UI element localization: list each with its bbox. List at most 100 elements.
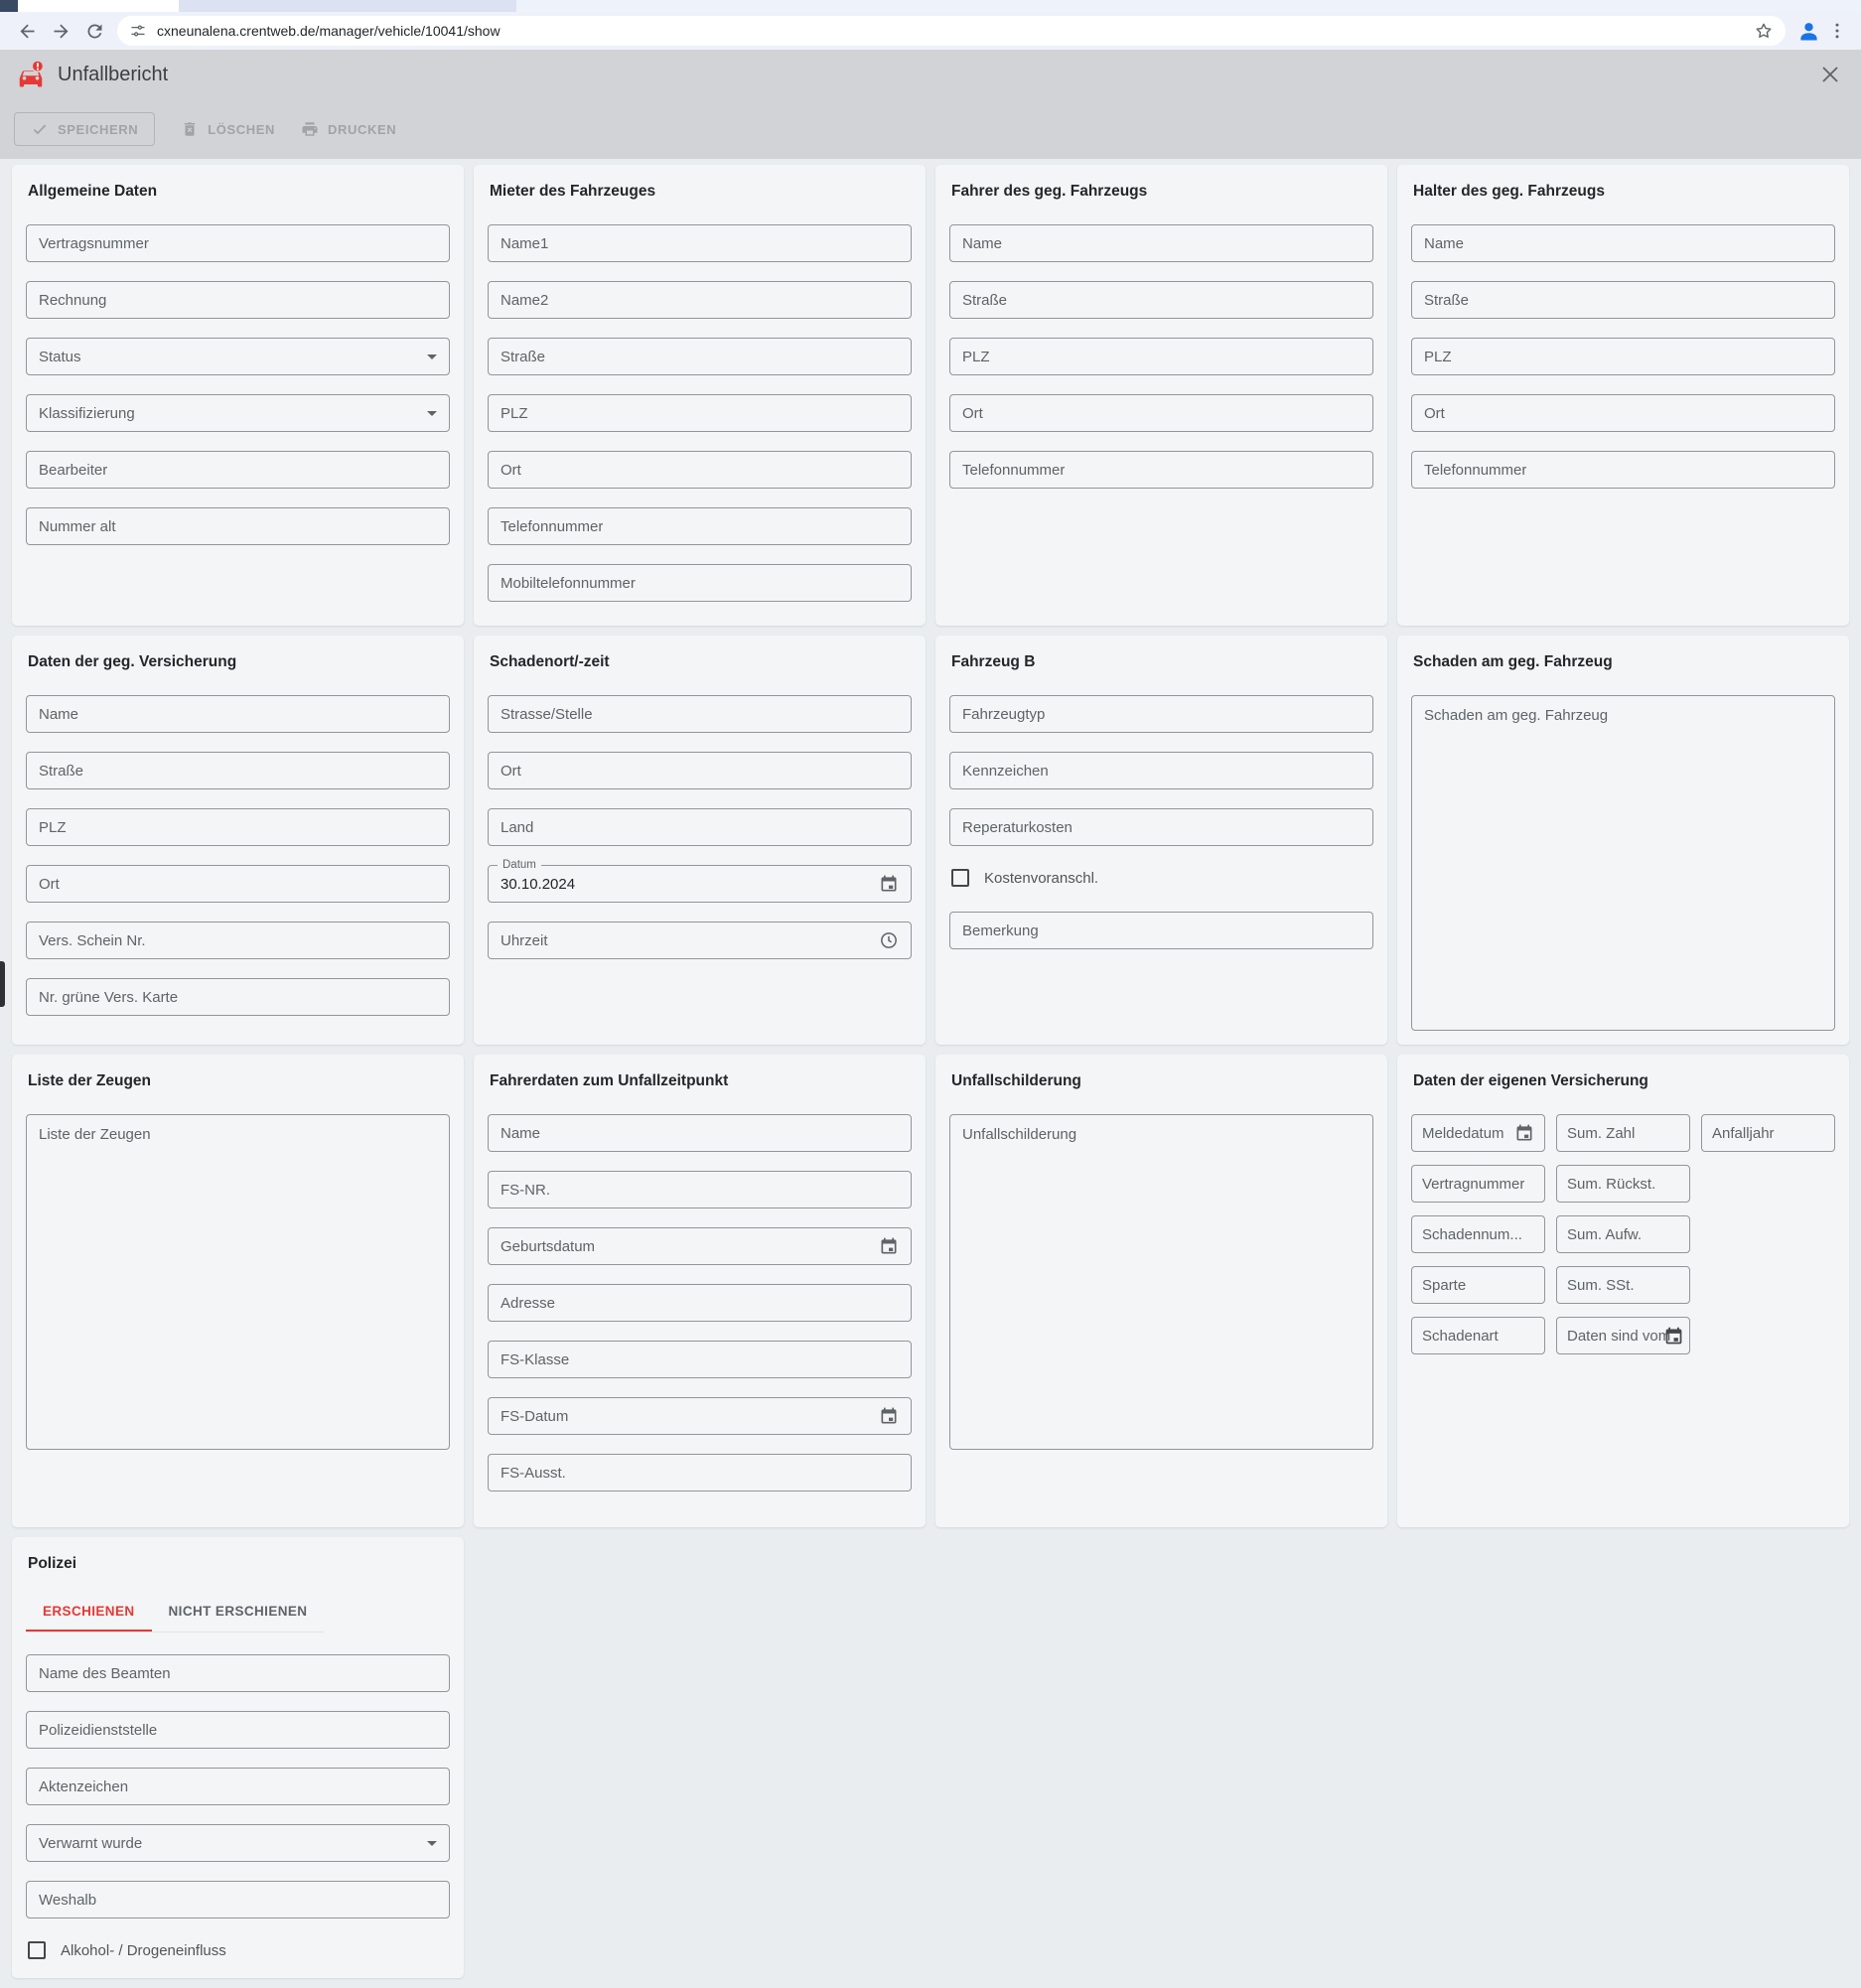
input-adresse[interactable]: Adresse [488,1284,912,1322]
reload-icon [84,21,105,42]
checkbox-kostenvoranschl[interactable]: Kostenvoranschl. [951,865,1373,891]
calendar-icon[interactable] [871,1236,899,1256]
input-telefonnummer[interactable]: Telefonnummer [1411,451,1835,489]
delete-button[interactable]: LÖSCHEN [181,120,275,138]
input-vertragsnummer[interactable]: Vertragsnummer [26,224,450,262]
input-name[interactable]: Name [949,224,1373,262]
input-anfalljahr[interactable]: Anfalljahr [1701,1114,1835,1152]
bookmark-star-icon[interactable] [1754,21,1774,41]
input-reperaturkosten[interactable]: Reperaturkosten [949,808,1373,846]
calendar-icon[interactable] [871,1406,899,1426]
input-strasse[interactable]: Straße [1411,281,1835,319]
input-rechnung[interactable]: Rechnung [26,281,450,319]
card-schadenort-zeit: Schadenort/-zeit Strasse/Stelle Ort Land… [474,636,926,1045]
checkbox-icon[interactable] [951,869,969,887]
checkbox-alkohol-drogeneinfluss[interactable]: Alkohol- / Drogeneinfluss [28,1937,450,1963]
input-gruene-vers-karte[interactable]: Nr. grüne Vers. Karte [26,978,450,1016]
input-name-des-beamten[interactable]: Name des Beamten [26,1654,450,1692]
window-corner [0,0,18,12]
input-schadenart[interactable]: Schadenart [1411,1317,1545,1354]
input-ort[interactable]: Ort [488,451,912,489]
input-ort[interactable]: Ort [26,865,450,903]
input-uhrzeit[interactable]: Uhrzeit [488,922,912,959]
chevron-down-icon [427,1841,437,1846]
select-klassifizierung[interactable]: Klassifizierung [26,394,450,432]
input-polizeidienststelle[interactable]: Polizeidienststelle [26,1711,450,1749]
checkbox-icon[interactable] [28,1941,46,1959]
check-icon [31,120,49,138]
textarea-schaden-geg-fahrzeug[interactable]: Schaden am geg. Fahrzeug [1411,695,1835,1031]
input-name1[interactable]: Name1 [488,224,912,262]
input-telefonnummer[interactable]: Telefonnummer [488,507,912,545]
calendar-icon[interactable] [1663,1326,1684,1350]
card-versicherung-geg: Daten der geg. Versicherung Name Straße … [12,636,464,1045]
input-fs-ausst[interactable]: FS-Ausst. [488,1454,912,1491]
input-kennzeichen[interactable]: Kennzeichen [949,752,1373,789]
input-strasse[interactable]: Straße [26,752,450,789]
input-strasse[interactable]: Straße [949,281,1373,319]
input-fs-klasse[interactable]: FS-Klasse [488,1341,912,1378]
card-eigene-versicherung: Daten der eigenen Versicherung Meldedatu… [1397,1055,1849,1527]
card-fahrerdaten: Fahrerdaten zum Unfallzeitpunkt Name FS-… [474,1055,926,1527]
input-plz[interactable]: PLZ [949,338,1373,375]
input-geburtsdatum[interactable]: Geburtsdatum [488,1227,912,1265]
clock-icon[interactable] [871,930,899,950]
input-fahrzeugtyp[interactable]: Fahrzeugtyp [949,695,1373,733]
close-button[interactable] [1815,60,1845,89]
input-schadennummer[interactable]: Schadennum... [1411,1215,1545,1253]
page-title: Unfallbericht [58,64,168,86]
input-plz[interactable]: PLZ [26,808,450,846]
input-sparte[interactable]: Sparte [1411,1266,1545,1304]
input-meldedatum[interactable]: Meldedatum [1411,1114,1545,1152]
address-bar[interactable]: cxneunalena.crentweb.de/manager/vehicle/… [117,16,1786,46]
save-button[interactable]: SPEICHERN [14,112,155,146]
reload-button[interactable] [77,14,111,48]
input-strasse[interactable]: Straße [488,338,912,375]
input-vertragnummer[interactable]: Vertragnummer [1411,1165,1545,1203]
input-nummer-alt[interactable]: Nummer alt [26,507,450,545]
input-weshalb[interactable]: Weshalb [26,1881,450,1918]
calendar-icon[interactable] [1510,1123,1534,1143]
textarea-unfallschilderung[interactable]: Unfallschilderung [949,1114,1373,1450]
input-bemerkung[interactable]: Bemerkung [949,912,1373,949]
card-liste-der-zeugen: Liste der Zeugen Liste der Zeugen [12,1055,464,1527]
input-sum-zahl[interactable]: Sum. Zahl [1556,1114,1690,1152]
site-settings-icon [129,22,147,40]
input-sum-rueckst[interactable]: Sum. Rückst. [1556,1165,1690,1203]
calendar-icon[interactable] [871,874,899,894]
input-strasse-stelle[interactable]: Strasse/Stelle [488,695,912,733]
input-datum[interactable]: Datum 30.10.2024 [488,865,912,903]
input-sum-aufw[interactable]: Sum. Aufw. [1556,1215,1690,1253]
input-sum-sst[interactable]: Sum. SSt. [1556,1266,1690,1304]
active-tab[interactable] [18,0,179,12]
input-bearbeiter[interactable]: Bearbeiter [26,451,450,489]
input-fs-nr[interactable]: FS-NR. [488,1171,912,1208]
forward-button[interactable] [44,14,77,48]
input-mobiltelefonnummer[interactable]: Mobiltelefonnummer [488,564,912,602]
input-plz[interactable]: PLZ [488,394,912,432]
input-daten-sind-vom[interactable]: Daten sind vom [1556,1317,1690,1354]
input-telefonnummer[interactable]: Telefonnummer [949,451,1373,489]
input-plz[interactable]: PLZ [1411,338,1835,375]
input-ort[interactable]: Ort [1411,394,1835,432]
input-name[interactable]: Name [1411,224,1835,262]
back-button[interactable] [10,14,44,48]
input-fs-datum[interactable]: FS-Datum [488,1397,912,1435]
tab-nicht-erschienen[interactable]: NICHT ERSCHIENEN [152,1591,325,1632]
input-name[interactable]: Name [488,1114,912,1152]
select-status[interactable]: Status [26,338,450,375]
profile-avatar[interactable] [1793,16,1823,46]
input-land[interactable]: Land [488,808,912,846]
textarea-liste-der-zeugen[interactable]: Liste der Zeugen [26,1114,450,1450]
input-ort[interactable]: Ort [488,752,912,789]
browser-menu-button[interactable] [1823,17,1851,45]
tab-erschienen[interactable]: ERSCHIENEN [26,1591,152,1632]
select-verwarnt-wurde[interactable]: Verwarnt wurde [26,1824,450,1862]
card-fahrer-geg: Fahrer des geg. Fahrzeugs Name Straße PL… [935,165,1387,626]
input-vers-schein-nr[interactable]: Vers. Schein Nr. [26,922,450,959]
input-aktenzeichen[interactable]: Aktenzeichen [26,1768,450,1805]
input-name2[interactable]: Name2 [488,281,912,319]
print-button[interactable]: DRUCKEN [301,120,396,138]
input-ort[interactable]: Ort [949,394,1373,432]
input-name[interactable]: Name [26,695,450,733]
